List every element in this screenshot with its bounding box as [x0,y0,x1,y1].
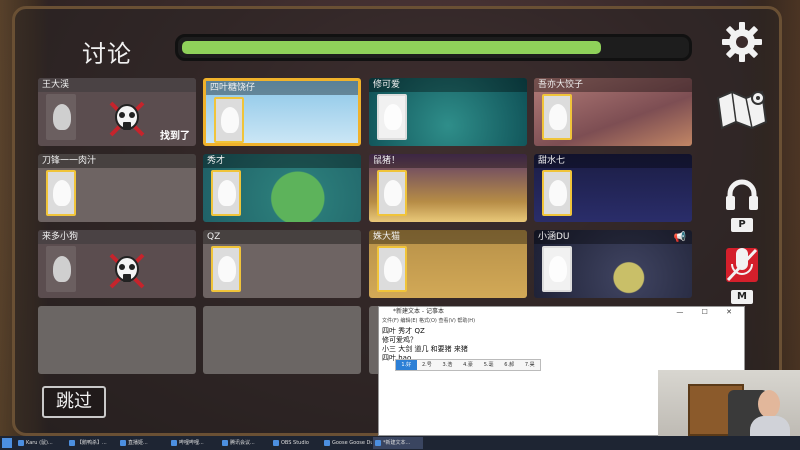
player-avatar [46,246,76,292]
player-avatar [377,94,407,140]
player-avatar [542,94,572,140]
taskbar-item[interactable]: 直播姬... [118,437,168,449]
player-name: 秀才 [203,154,361,168]
empty-player-slot [203,306,361,374]
player-avatar [46,170,76,216]
player-card[interactable]: 四叶糖饶仔 [203,78,361,146]
timer-fill [182,41,602,54]
player-card[interactable]: 王大渓找到了 [38,78,196,146]
headphones-icon [726,179,758,210]
player-name: 姝大猫 [369,230,527,244]
player-avatar [211,246,241,292]
skip-vote-button[interactable]: 跳过 [42,386,106,418]
player-card[interactable]: 来多小狗 [38,230,196,298]
start-icon[interactable] [2,438,12,448]
player-avatar [377,246,407,292]
gear-icon [722,22,762,62]
player-avatar [46,94,76,140]
taskbar-item[interactable]: Goose Goose Duck [322,437,372,449]
body-found-label: 找到了 [160,131,190,142]
ime-candidate[interactable]: 2.号 [417,360,438,370]
player-avatar [542,246,572,292]
player-card[interactable]: 小涵DU 📢 [534,230,692,298]
taskbar-item[interactable]: 【鹅鸭杀】... [67,437,117,449]
ime-candidate[interactable]: 3.浩 [437,360,458,370]
player-avatar [377,170,407,216]
ime-candidate-bar[interactable]: 1.好 2.号 3.浩 4.豪 5.毫 6.郝 7.昊 [395,359,541,371]
muted-microphone-icon [726,248,758,282]
taskbar-item[interactable]: Karu (鼠)... [16,437,66,449]
notepad-line: 小三 大剑 道几 和要猪 来猪 [382,345,468,353]
player-name: 来多小狗 [38,230,196,244]
settings-button[interactable] [720,20,764,68]
player-avatar [211,170,241,216]
ime-candidate[interactable]: 6.郝 [499,360,520,370]
player-card[interactable]: 姝大猫 [369,230,527,298]
player-name: 甜水七 [534,154,692,168]
taskbar-item[interactable]: 哔哩哔哩... [169,437,219,449]
notepad-line: 修可爱鸡？ [382,336,417,344]
ime-candidate[interactable]: 5.毫 [478,360,499,370]
map-icon [716,90,768,130]
dead-goose-icon [109,253,145,289]
player-avatar [542,170,572,216]
player-card[interactable]: 吾亦大饺子 [534,78,692,146]
discussion-timer [175,34,692,61]
player-card[interactable]: 修可爱 [369,78,527,146]
mute-key: M [731,290,753,304]
notepad-titlebar: *新建文本 - 记事本 — ☐ ✕ [379,307,744,317]
dead-goose-icon [109,101,145,137]
notepad-menu[interactable]: 文件(F) 编辑(E) 格式(O) 查看(V) 帮助(H) [379,317,744,325]
player-name: 刀锋一一肉汁 [38,154,196,168]
taskbar-item[interactable]: *新建文本... [373,437,423,449]
push-to-talk-button[interactable] [724,176,760,216]
ime-candidate[interactable]: 1.好 [396,360,417,370]
player-name: 小涵DU [534,230,692,244]
ime-candidate[interactable]: 4.豪 [458,360,479,370]
player-name: 四叶糖饶仔 [206,81,358,95]
player-card[interactable]: 甜水七 [534,154,692,222]
taskbar-item[interactable]: 腾讯会议... [220,437,270,449]
player-card[interactable]: 刀锋一一肉汁 [38,154,196,222]
player-name: 修可爱 [369,78,527,92]
mute-button[interactable] [724,246,760,290]
player-card[interactable]: 秀才 [203,154,361,222]
player-card[interactable]: 鼠猪！ [369,154,527,222]
player-name: QZ [203,230,361,244]
window-controls[interactable]: — ☐ ✕ [676,307,740,317]
push-to-talk-key: P [731,218,753,232]
page-title: 讨论 [82,40,132,68]
ime-candidate[interactable]: 7.昊 [519,360,540,370]
player-card[interactable]: QZ [203,230,361,298]
player-name: 王大渓 [38,78,196,92]
notepad-line: 四叶 秀才 QZ [382,327,425,335]
speaking-megaphone-icon: 📢 [673,232,686,243]
player-name: 鼠猪！ [369,154,527,168]
taskbar-item[interactable]: OBS Studio [271,437,321,449]
notepad-title: *新建文本 - 记事本 [393,308,444,315]
map-button[interactable] [714,86,770,136]
windows-taskbar: Karu (鼠)... 【鹅鸭杀】... 直播姬... 哔哩哔哩... 腾讯会议... O… [0,436,800,450]
player-name: 吾亦大饺子 [534,78,692,92]
player-avatar [214,97,244,143]
empty-player-slot [38,306,196,374]
